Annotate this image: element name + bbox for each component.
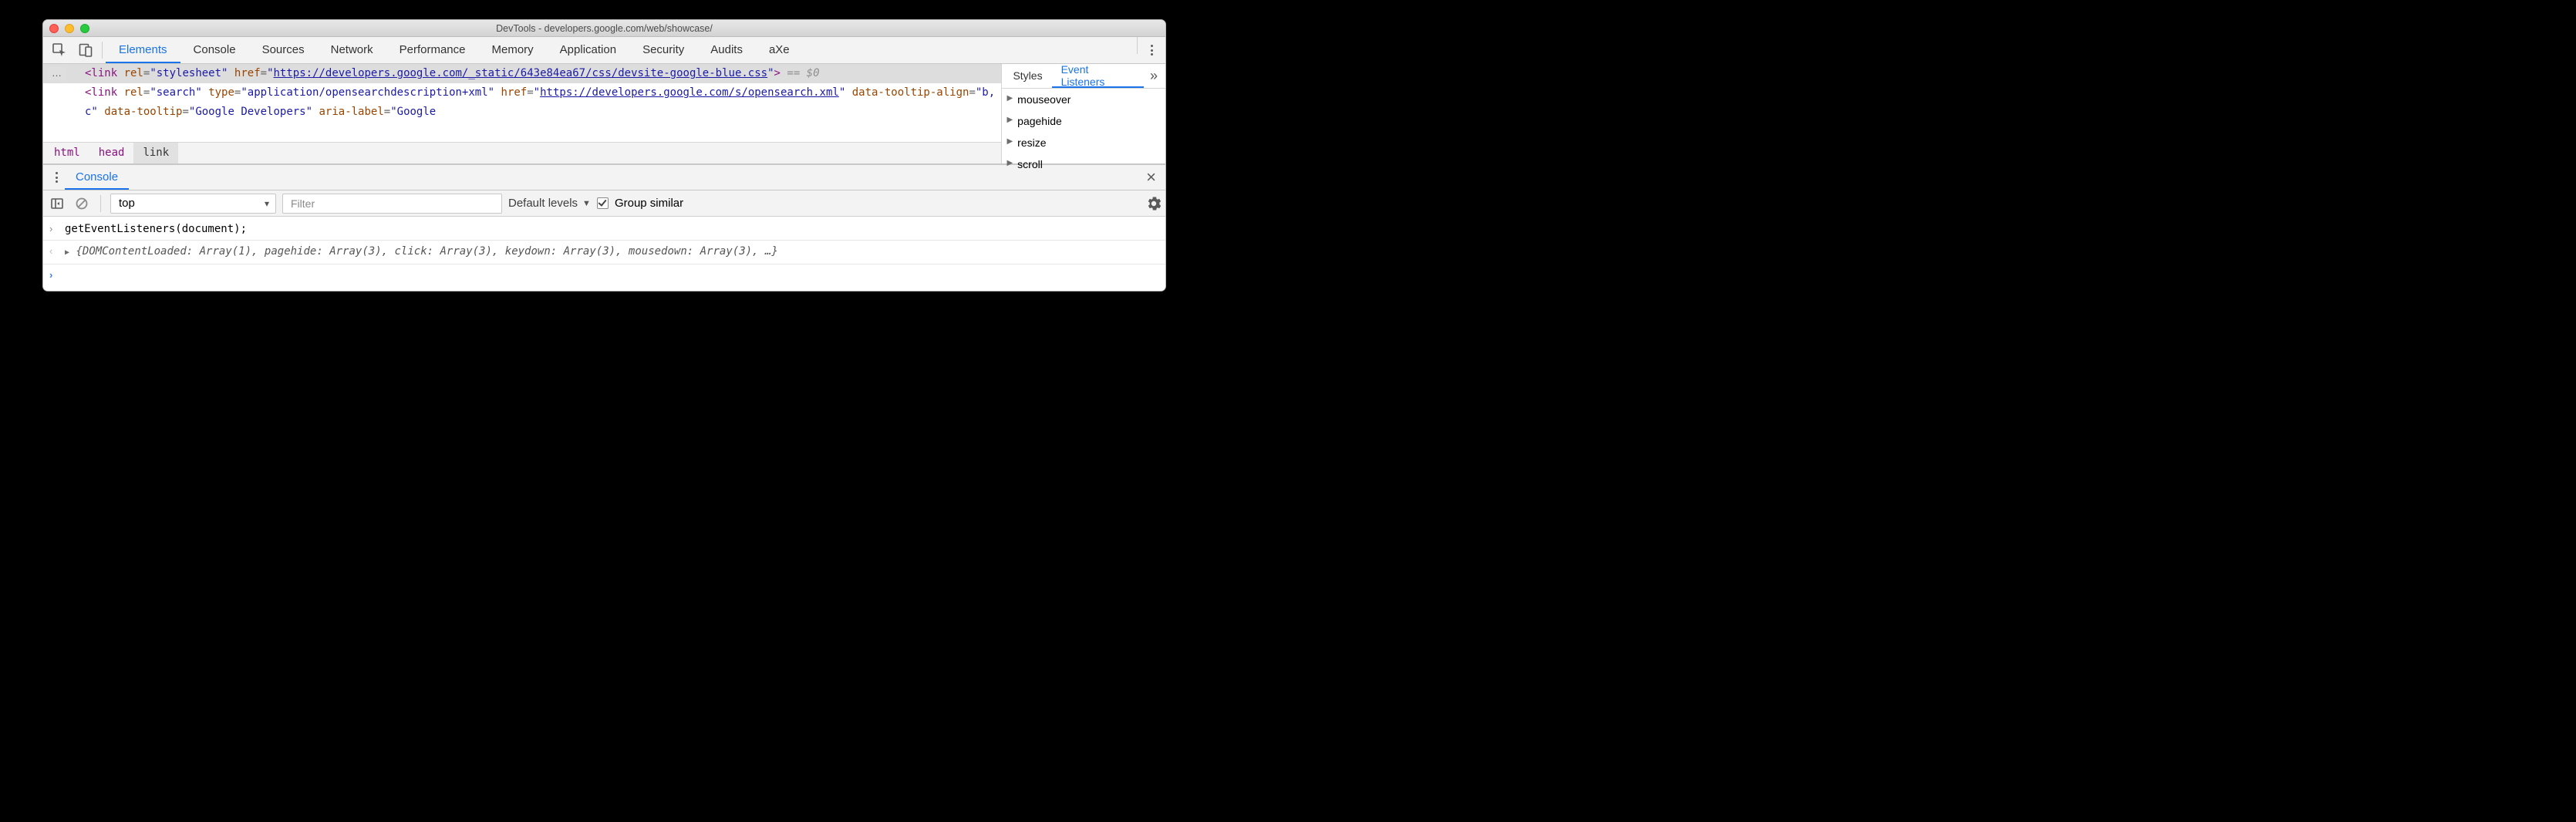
toolbar-separator bbox=[100, 195, 101, 212]
tab-network[interactable]: Network bbox=[318, 37, 386, 63]
dom-node[interactable]: <link rel="stylesheet" href="https://dev… bbox=[43, 64, 1001, 83]
breadcrumb-link[interactable]: link bbox=[133, 143, 178, 163]
log-levels-selector[interactable]: Default levels ▼ bbox=[508, 197, 591, 210]
tab-styles[interactable]: Styles bbox=[1003, 64, 1051, 88]
toolbar-separator bbox=[1137, 37, 1138, 54]
inspect-element-icon[interactable] bbox=[46, 37, 72, 64]
breadcrumb: htmlheadlink bbox=[43, 142, 1001, 163]
tab-application[interactable]: Application bbox=[547, 37, 629, 63]
window-title: DevTools - developers.google.com/web/sho… bbox=[43, 23, 1165, 34]
expand-triangle-icon: ▶ bbox=[1006, 111, 1013, 130]
tab-console[interactable]: Console bbox=[180, 37, 249, 63]
main-toolbar: ElementsConsoleSourcesNetworkPerformance… bbox=[43, 37, 1165, 64]
context-value: top bbox=[119, 197, 135, 210]
log-levels-label: Default levels bbox=[508, 197, 578, 210]
console-output[interactable]: ▶ {DOMContentLoaded: Array(1), pagehide:… bbox=[65, 241, 1159, 264]
console-prompt[interactable] bbox=[65, 264, 1159, 286]
console-input-line: › getEventListeners(document); bbox=[43, 218, 1165, 240]
drawer-tab-console[interactable]: Console bbox=[65, 165, 129, 190]
titlebar: DevTools - developers.google.com/web/sho… bbox=[43, 20, 1165, 37]
console-output-text: {DOMContentLoaded: Array(1), pagehide: A… bbox=[76, 245, 777, 258]
listener-pagehide[interactable]: ▶pagehide bbox=[1002, 110, 1165, 132]
group-similar-label: Group similar bbox=[615, 197, 683, 210]
tab-security[interactable]: Security bbox=[629, 37, 697, 63]
tab-performance[interactable]: Performance bbox=[386, 37, 479, 63]
console-input-text: getEventListeners(document); bbox=[65, 218, 1159, 240]
minimize-window-button[interactable] bbox=[65, 24, 74, 33]
toolbar-right bbox=[1134, 37, 1162, 64]
window-controls bbox=[49, 24, 89, 33]
clear-console-icon[interactable] bbox=[72, 190, 91, 217]
tab-sources[interactable]: Sources bbox=[249, 37, 318, 63]
output-chevron-icon: ‹ bbox=[49, 241, 65, 264]
listener-resize[interactable]: ▶resize bbox=[1002, 132, 1165, 153]
collapsed-nodes-icon[interactable]: … bbox=[48, 67, 66, 81]
zoom-window-button[interactable] bbox=[80, 24, 89, 33]
main-tabs: ElementsConsoleSourcesNetworkPerformance… bbox=[106, 37, 803, 63]
dom-node[interactable]: <link rel="search" type="application/ope… bbox=[43, 83, 1001, 122]
tab-event-listeners[interactable]: Event Listeners bbox=[1052, 64, 1144, 88]
event-listeners-list: ▶mouseover▶pagehide▶resize▶scroll bbox=[1002, 89, 1165, 175]
drawer-menu-icon[interactable] bbox=[48, 164, 65, 191]
sidebar: Styles Event Listeners » ▶mouseover▶page… bbox=[1001, 64, 1165, 163]
expand-triangle-icon: ▶ bbox=[1006, 89, 1013, 108]
tab-memory[interactable]: Memory bbox=[479, 37, 547, 63]
toggle-sidebar-icon[interactable] bbox=[48, 190, 66, 217]
console-prompt-line[interactable]: › bbox=[43, 264, 1165, 286]
console-output-line: ‹ ▶ {DOMContentLoaded: Array(1), pagehid… bbox=[43, 241, 1165, 264]
more-menu-icon[interactable] bbox=[1141, 37, 1162, 64]
devtools-window: DevTools - developers.google.com/web/sho… bbox=[42, 19, 1166, 291]
context-selector[interactable]: top bbox=[110, 194, 276, 214]
more-tabs-icon[interactable]: » bbox=[1144, 68, 1164, 84]
elements-panel: … <link rel="stylesheet" href="https://d… bbox=[43, 64, 1165, 164]
toolbar-separator bbox=[102, 42, 103, 59]
drawer-tabbar: Console × bbox=[43, 164, 1165, 190]
input-chevron-icon: › bbox=[49, 218, 65, 240]
expand-triangle-icon[interactable]: ▶ bbox=[65, 248, 69, 257]
prompt-chevron-icon: › bbox=[49, 264, 65, 286]
sidebar-tabs: Styles Event Listeners » bbox=[1002, 64, 1165, 89]
console-filter-input[interactable] bbox=[282, 194, 502, 214]
tab-axe[interactable]: aXe bbox=[756, 37, 803, 63]
expand-triangle-icon: ▶ bbox=[1006, 154, 1013, 173]
expand-triangle-icon: ▶ bbox=[1006, 133, 1013, 151]
close-drawer-icon[interactable]: × bbox=[1141, 167, 1161, 187]
close-window-button[interactable] bbox=[49, 24, 59, 33]
listener-mouseover[interactable]: ▶mouseover bbox=[1002, 89, 1165, 110]
group-similar-checkbox[interactable] bbox=[597, 197, 609, 209]
breadcrumb-html[interactable]: html bbox=[45, 143, 89, 163]
console-settings-icon[interactable] bbox=[1147, 197, 1161, 211]
dom-tree[interactable]: … <link rel="stylesheet" href="https://d… bbox=[43, 64, 1001, 163]
tab-audits[interactable]: Audits bbox=[697, 37, 756, 63]
device-toolbar-icon[interactable] bbox=[72, 37, 99, 64]
console-body[interactable]: › getEventListeners(document); ‹ ▶ {DOMC… bbox=[43, 217, 1165, 291]
tab-elements[interactable]: Elements bbox=[106, 37, 180, 63]
console-toolbar: top Default levels ▼ Group similar bbox=[43, 190, 1165, 217]
breadcrumb-head[interactable]: head bbox=[89, 143, 134, 163]
